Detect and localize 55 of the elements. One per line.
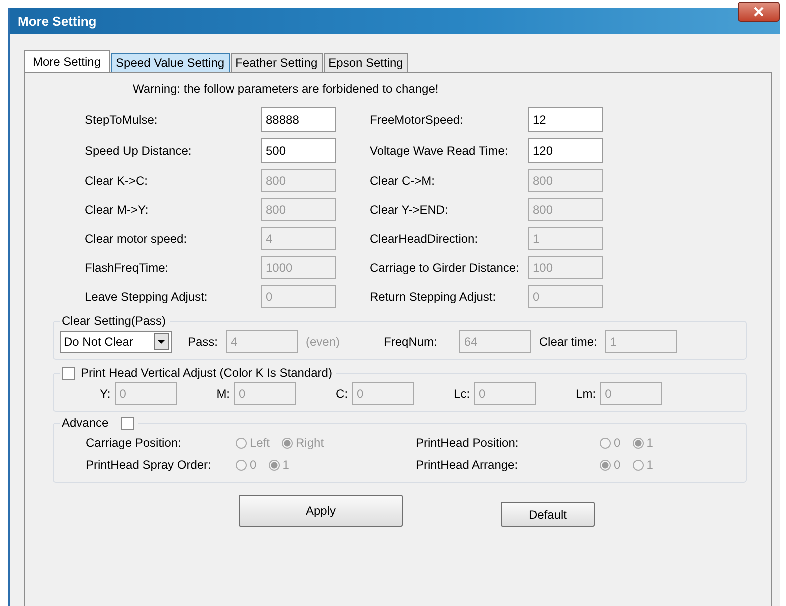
field-label: FlashFreqTime: <box>85 260 170 274</box>
hint-text: (even) <box>306 334 340 348</box>
radio-option[interactable]: Right <box>282 436 324 450</box>
input-field[interactable]: 500 <box>261 138 336 163</box>
tab[interactable]: Epson Setting <box>324 53 408 72</box>
field-label: StepToMulse: <box>85 112 159 126</box>
field-label: Clear M->Y: <box>85 202 150 216</box>
input-field[interactable]: 12 <box>528 107 603 132</box>
field-label: FreeMotorSpeed: <box>370 112 464 126</box>
group-title: Print Head Vertical Adjust (Color K Is Standard) <box>81 366 332 380</box>
field-label: ClearHeadDirection: <box>370 232 480 246</box>
radio-option[interactable]: 1 <box>632 436 654 450</box>
radio-option[interactable]: 0 <box>600 436 621 450</box>
checkbox[interactable] <box>62 366 75 380</box>
field-label: FreqNum: <box>384 334 438 348</box>
checkbox[interactable] <box>120 416 134 430</box>
field-label: C: <box>336 386 348 400</box>
field-label: Carriage to Girder Distance: <box>370 260 520 274</box>
field-label: Voltage Wave Read Time: <box>370 144 510 158</box>
clear-mode-dropdown[interactable]: Do Not Clear <box>60 330 172 352</box>
field-label: Clear K->C: <box>85 174 150 188</box>
field-label: Clear time: <box>539 334 598 348</box>
radio-option[interactable]: 0 <box>600 458 621 472</box>
close-button[interactable] <box>738 2 780 22</box>
field-label: M: <box>216 386 230 400</box>
field-label: Clear Y->END: <box>370 202 450 216</box>
tab[interactable]: Speed Value Setting <box>111 53 230 72</box>
field-label: Lm: <box>576 386 596 400</box>
radio-option[interactable]: 1 <box>268 458 290 472</box>
dialog-button[interactable]: Apply <box>239 495 403 527</box>
option-label: Carriage Position: <box>86 436 182 450</box>
field-label: Leave Stepping Adjust: <box>85 290 209 304</box>
field-label: Lc: <box>454 386 470 400</box>
option-label: PrintHead Arrange: <box>416 458 520 472</box>
input-field[interactable]: 88888 <box>261 107 336 132</box>
group-title: Advance <box>62 416 109 430</box>
dialog-button[interactable]: Default <box>501 502 595 527</box>
radio-option[interactable]: 1 <box>632 458 654 472</box>
tab[interactable]: More Setting <box>24 50 110 72</box>
input-field[interactable]: 120 <box>528 138 603 163</box>
field-label: Return Stepping Adjust: <box>370 290 498 304</box>
radio-option[interactable]: Left <box>236 436 270 450</box>
field-label: Speed Up Distance: <box>85 144 193 158</box>
field-label: Y: <box>100 386 111 400</box>
option-label: PrintHead Spray Order: <box>86 458 212 472</box>
warning-text: Warning: the follow parameters are forbidened to change! <box>133 82 440 96</box>
close-icon <box>753 7 765 17</box>
tab[interactable]: Feather Setting <box>230 53 323 72</box>
option-label: PrintHead Position: <box>416 436 520 450</box>
field-label: Clear motor speed: <box>85 232 188 246</box>
window-title: More Setting <box>17 14 97 28</box>
group-title: Clear Setting(Pass) <box>62 314 166 328</box>
radio-option[interactable]: 0 <box>236 458 257 472</box>
field-label: Pass: <box>188 334 218 348</box>
field-label: Clear C->M: <box>370 174 436 188</box>
